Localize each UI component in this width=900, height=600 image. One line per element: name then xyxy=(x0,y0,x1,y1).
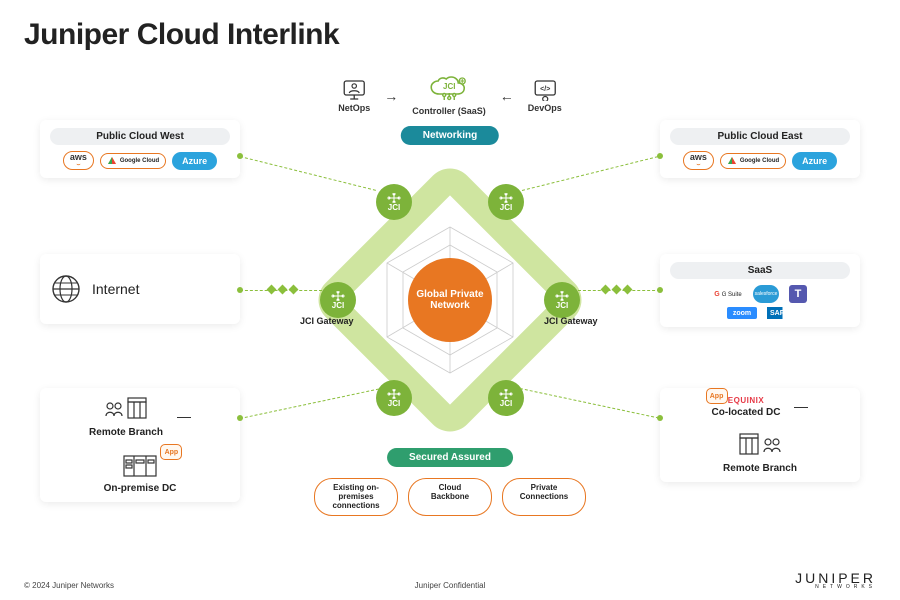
bubble-backbone: Cloud Backbone xyxy=(408,478,492,516)
core-circle: Global Private Network xyxy=(408,258,492,342)
bubble-onprem: Existing on-premises connections xyxy=(314,478,398,516)
controller-label: Controller (SaaS) xyxy=(412,106,486,116)
azure-badge: Azure xyxy=(792,152,837,170)
jci-node-label: JCI xyxy=(500,203,512,212)
connector-dot xyxy=(657,153,663,159)
jci-node: JCI xyxy=(320,282,356,318)
controller-row: NetOps → JCI Controller (SaaS) ← </> Dev… xyxy=(338,76,562,116)
remote-branch-icon xyxy=(738,432,782,458)
jci-node: JCI xyxy=(376,380,412,416)
aws-badge: aws⌣ xyxy=(63,151,94,170)
salesforce-icon: salesforce xyxy=(753,285,779,303)
core-label: Global Private Network xyxy=(408,289,492,312)
internet-label: Internet xyxy=(92,281,139,297)
gcp-label: Google Cloud xyxy=(740,158,779,164)
gcp-badge: Google Cloud xyxy=(100,153,166,169)
gsuite-label: G Suite xyxy=(722,292,742,298)
card-header: Public Cloud East xyxy=(670,128,850,145)
controller-icon: JCI xyxy=(427,76,471,104)
branch-onprem-card: Remote Branch App On-premise DC xyxy=(40,388,240,502)
netops-item: NetOps xyxy=(338,79,370,113)
datacenter-icon xyxy=(122,452,158,478)
jci-node-label: JCI xyxy=(332,301,344,310)
saas-card: SaaS G G Suite salesforce T zoom SAP xyxy=(660,254,860,327)
onprem-label: On-premise DC xyxy=(104,483,177,494)
gateway-label-right: JCI Gateway xyxy=(544,316,598,326)
decor-cubes xyxy=(602,286,631,293)
aws-badge: aws⌣ xyxy=(683,151,714,170)
jci-node: JCI xyxy=(544,282,580,318)
azure-badge: Azure xyxy=(172,152,217,170)
azure-label: Azure xyxy=(182,156,207,166)
arrow-left-icon: ← xyxy=(500,88,514,104)
juniper-logo: JUNIPER NETWORKS xyxy=(795,570,876,590)
remote-branch-label: Remote Branch xyxy=(89,427,163,438)
connector-line xyxy=(177,417,191,418)
gsuite-icon: G G Suite xyxy=(713,291,743,298)
connector-dot xyxy=(657,287,663,293)
gateway-label-left: JCI Gateway xyxy=(300,316,354,326)
coloc-branch-card: App EQUINIX Co-located DC Remote Branch xyxy=(660,388,860,482)
gcp-label: Google Cloud xyxy=(120,158,159,164)
footer-confidential: Juniper Confidential xyxy=(415,581,486,590)
card-header: SaaS xyxy=(670,262,850,279)
connector-line xyxy=(794,407,808,408)
bubble-private: Private Connections xyxy=(502,478,586,516)
netops-icon xyxy=(341,79,367,101)
controller-item: JCI Controller (SaaS) xyxy=(412,76,486,116)
devops-icon: </> xyxy=(532,79,558,101)
svg-text:</>: </> xyxy=(540,86,550,93)
svg-text:JCI: JCI xyxy=(443,82,455,91)
remote-branch-item: Remote Branch xyxy=(723,432,797,474)
coloc-label: Co-located DC xyxy=(712,407,781,418)
aws-label: aws xyxy=(690,154,707,160)
aws-label: aws xyxy=(70,154,87,160)
remote-branch-icon xyxy=(104,396,148,422)
connector-dot xyxy=(657,415,663,421)
gcp-badge: Google Cloud xyxy=(720,153,786,169)
jci-node-label: JCI xyxy=(388,399,400,408)
globe-icon xyxy=(50,273,82,305)
sap-icon: SAP xyxy=(767,307,793,319)
coloc-dc-item: App EQUINIX Co-located DC xyxy=(712,396,781,418)
jci-node-label: JCI xyxy=(388,203,400,212)
teams-icon: T xyxy=(789,285,807,303)
public-cloud-west-card: Public Cloud West aws⌣ Google Cloud Azur… xyxy=(40,120,240,178)
app-badge: App xyxy=(706,388,728,404)
jci-node: JCI xyxy=(488,184,524,220)
decor-cubes xyxy=(268,286,297,293)
zoom-icon: zoom xyxy=(727,307,757,319)
jci-node-label: JCI xyxy=(556,301,568,310)
jci-node-label: JCI xyxy=(500,399,512,408)
card-header: Public Cloud West xyxy=(50,128,230,145)
devops-item: </> DevOps xyxy=(528,79,562,113)
connector-dot xyxy=(237,153,243,159)
center-diagram: Global Private Network JCI JCI JCI JCI J… xyxy=(290,140,610,460)
netops-label: NetOps xyxy=(338,103,370,113)
footer-copyright: © 2024 Juniper Networks xyxy=(24,581,114,590)
public-cloud-east-card: Public Cloud East aws⌣ Google Cloud Azur… xyxy=(660,120,860,178)
connector-dot xyxy=(237,415,243,421)
arrow-right-icon: → xyxy=(384,88,398,104)
azure-label: Azure xyxy=(802,156,827,166)
internet-card: Internet xyxy=(40,254,240,324)
jci-node: JCI xyxy=(376,184,412,220)
app-badge: App xyxy=(160,444,182,460)
remote-branch-label: Remote Branch xyxy=(723,463,797,474)
connector-dot xyxy=(237,287,243,293)
devops-label: DevOps xyxy=(528,103,562,113)
remote-branch-item: Remote Branch xyxy=(89,396,163,438)
onprem-dc-item: App On-premise DC xyxy=(104,452,177,494)
bottom-bubbles: Existing on-premises connections Cloud B… xyxy=(314,478,586,516)
jci-node: JCI xyxy=(488,380,524,416)
page-title: Juniper Cloud Interlink xyxy=(24,18,339,52)
